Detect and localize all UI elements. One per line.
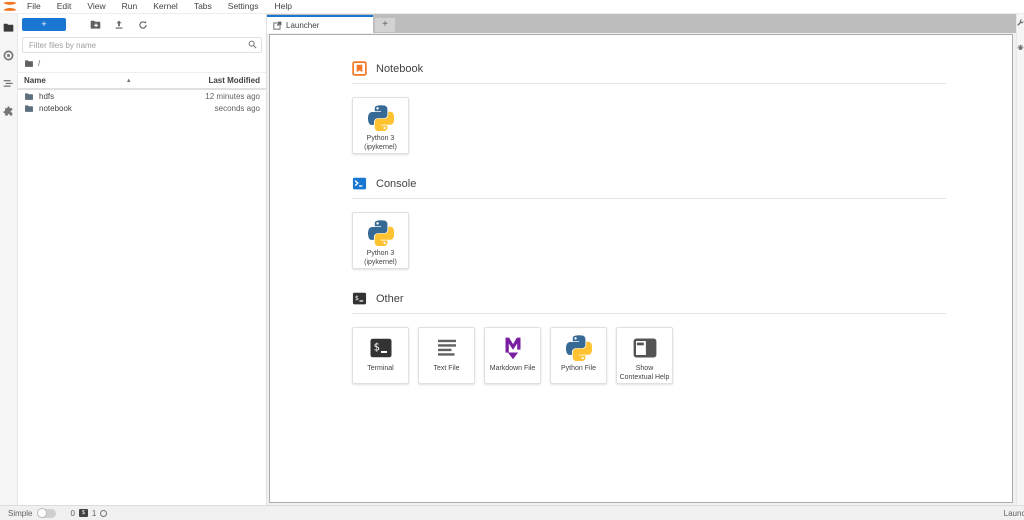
menu-file[interactable]: File [19,0,49,13]
kernel-status-icon [100,510,107,517]
property-inspector-tab-icon[interactable] [1017,19,1024,26]
breadcrumb[interactable]: / [18,56,266,72]
section-other: $ Other $ Terminal [352,291,946,384]
tab-launcher-label: Launcher [286,21,319,30]
menu-help[interactable]: Help [267,0,300,13]
menu-run[interactable]: Run [114,0,146,13]
file-row-hdfs[interactable]: hdfs 12 minutes ago [18,90,266,102]
markdown-icon [500,335,526,361]
tab-bar: Launcher + [267,14,1016,33]
svg-text:$: $ [373,341,379,353]
menu-tabs[interactable]: Tabs [186,0,220,13]
terminals-count: 0 [70,509,74,518]
folder-icon [24,92,34,101]
new-launcher-button[interactable]: + [22,18,66,31]
status-bar: Simple 0 $ 1 Launcher [0,505,1024,520]
svg-text:$: $ [355,294,359,302]
jupyter-logo-icon [1,1,19,13]
menu-kernel[interactable]: Kernel [145,0,186,13]
sort-ascending-icon: ▲ [126,78,132,84]
extension-manager-tab-icon[interactable] [3,106,14,117]
file-browser-toolbar: + [18,14,266,35]
launcher-tab-icon [273,21,282,30]
launcher-card-terminal[interactable]: $ Terminal [352,327,409,384]
table-of-contents-tab-icon[interactable] [3,78,14,89]
section-notebook-title: Notebook [376,63,423,75]
launcher-card-console-python3[interactable]: Python 3 (ipykernel) [352,212,409,269]
terminal-icon: $ [368,335,394,361]
debugger-tab-icon[interactable] [1017,44,1024,51]
terminal-icon: $ [352,291,367,306]
launcher-card-markdown-file[interactable]: Markdown File [484,327,541,384]
column-name-header[interactable]: Name ▲ [24,76,208,85]
running-sessions-tab-icon[interactable] [3,50,14,61]
main-dock: Launcher + Notebook [267,14,1016,505]
menu-edit[interactable]: Edit [49,0,80,13]
notebook-icon [352,61,367,76]
launcher-card-text-file[interactable]: Text File [418,327,475,384]
kernels-count: 1 [92,509,96,518]
section-notebook: Notebook Python 3 (ipykernel) [352,61,946,154]
file-browser-tab-icon[interactable] [3,22,14,33]
section-console: Console Python 3 (ipykernel) [352,176,946,269]
filter-files-input[interactable] [22,37,262,53]
refresh-icon[interactable] [132,18,154,32]
new-folder-icon[interactable] [84,18,106,32]
tab-launcher[interactable]: Launcher [267,15,373,33]
folder-icon [24,104,34,113]
running-sessions-status[interactable]: 0 $ 1 [70,509,107,518]
toggle-knob [37,508,47,518]
file-list-header: Name ▲ Last Modified [18,72,266,90]
python-logo-icon [368,105,394,131]
python-logo-icon [368,220,394,246]
console-icon [352,176,367,191]
file-row-notebook[interactable]: notebook seconds ago [18,102,266,114]
python-logo-icon [566,335,592,361]
breadcrumb-root[interactable]: / [38,59,40,68]
left-activity-bar [0,14,18,505]
simple-mode-label: Simple [8,509,32,518]
launcher-card-contextual-help[interactable]: Show Contextual Help [616,327,673,384]
right-activity-bar [1016,14,1024,505]
launcher-card-notebook-python3[interactable]: Python 3 (ipykernel) [352,97,409,154]
new-tab-button[interactable]: + [374,17,396,33]
section-console-title: Console [376,178,416,190]
section-other-title: Other [376,293,404,305]
search-icon [248,40,257,49]
launcher-panel: Notebook Python 3 (ipykernel) [269,34,1013,503]
filter-files-field [22,37,262,53]
simple-mode-toggle[interactable] [37,509,56,518]
launcher-card-python-file[interactable]: Python File [550,327,607,384]
status-right-text: Launcher [1004,509,1024,518]
contextual-help-icon [632,335,658,361]
column-modified-header[interactable]: Last Modified [208,76,260,85]
text-file-icon [434,335,460,361]
file-browser-panel: + / [18,14,267,505]
terminal-status-icon: $ [79,509,88,517]
jupyterlab-app: File Edit View Run Kernel Tabs Settings … [0,0,1024,520]
home-folder-icon[interactable] [24,59,34,68]
menu-settings[interactable]: Settings [220,0,267,13]
upload-icon[interactable] [108,18,130,32]
menu-view[interactable]: View [79,0,113,13]
menu-bar: File Edit View Run Kernel Tabs Settings … [0,0,1024,14]
